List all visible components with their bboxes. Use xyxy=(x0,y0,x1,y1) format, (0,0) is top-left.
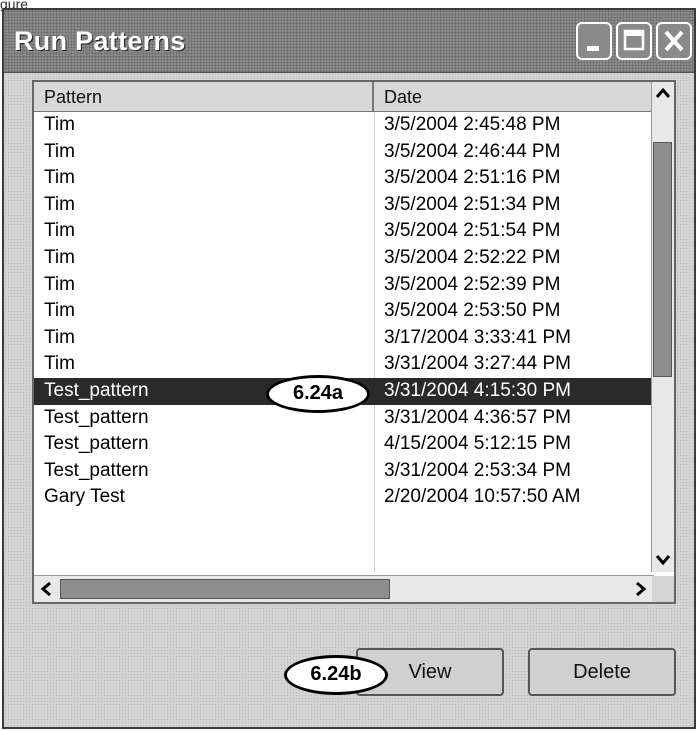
date-cell: 3/5/2004 2:51:34 PM xyxy=(384,193,561,215)
scroll-up-icon[interactable] xyxy=(653,84,673,104)
minimize-button[interactable] xyxy=(576,22,612,60)
patterns-list[interactable]: Pattern Date Tim 3/5/2004 2:45:48 PM Tim 3/… xyxy=(32,80,676,604)
date-cell: 3/31/2004 2:53:34 PM xyxy=(384,459,571,481)
horizontal-scroll-thumb[interactable] xyxy=(60,579,390,599)
vertical-scrollbar[interactable] xyxy=(651,82,674,572)
minimize-icon xyxy=(587,46,599,51)
list-row[interactable]: Tim 3/5/2004 2:52:22 PM xyxy=(34,245,654,272)
list-rows: Tim 3/5/2004 2:45:48 PM Tim 3/5/2004 2:46:4… xyxy=(34,112,654,511)
pattern-cell: Tim xyxy=(44,353,75,375)
scroll-down-icon[interactable] xyxy=(653,549,673,569)
list-row[interactable]: Tim 3/5/2004 2:51:16 PM xyxy=(34,165,654,192)
date-cell: 3/31/2004 4:15:30 PM xyxy=(384,379,571,401)
scroll-right-icon[interactable] xyxy=(630,579,650,599)
date-cell: 3/5/2004 2:46:44 PM xyxy=(384,140,561,162)
column-header-date[interactable]: Date xyxy=(374,82,654,112)
pattern-cell: Test_pattern xyxy=(44,459,149,481)
pattern-cell: Tim xyxy=(44,193,75,215)
list-row[interactable]: Tim 3/5/2004 2:51:54 PM xyxy=(34,218,654,245)
date-cell: 3/5/2004 2:52:22 PM xyxy=(384,246,561,268)
list-row[interactable]: Test_pattern 3/31/2004 4:15:30 PM 6.24a xyxy=(34,374,654,413)
pattern-cell: Test_pattern xyxy=(44,406,149,428)
vertical-scroll-thumb[interactable] xyxy=(653,142,672,377)
list-row[interactable]: Test_pattern 3/31/2004 4:36:57 PM xyxy=(34,405,654,432)
title-bar[interactable]: Run Patterns xyxy=(4,10,694,73)
scroll-left-icon[interactable] xyxy=(37,579,57,599)
date-cell: 2/20/2004 10:57:50 AM xyxy=(384,486,581,508)
close-button[interactable] xyxy=(656,22,692,60)
date-cell: 3/5/2004 2:51:54 PM xyxy=(384,220,561,242)
pattern-cell: Tim xyxy=(44,300,75,322)
list-row[interactable]: Tim 3/5/2004 2:45:48 PM xyxy=(34,112,654,139)
pattern-cell: Gary Test xyxy=(44,486,125,508)
list-row[interactable]: Test_pattern 3/31/2004 2:53:34 PM xyxy=(34,458,654,485)
callout-view: 6.24b xyxy=(284,655,388,695)
list-row[interactable]: Tim 3/31/2004 3:27:44 PM xyxy=(34,351,654,378)
run-patterns-window: Run Patterns Pattern Date Tim 3/5/2004 2:… xyxy=(2,8,696,729)
window-title: Run Patterns xyxy=(14,26,186,56)
maximize-icon xyxy=(623,29,645,51)
scrollbar-corner xyxy=(652,576,674,602)
date-cell: 3/31/2004 3:27:44 PM xyxy=(384,353,571,375)
list-row[interactable]: Test_pattern 4/15/2004 5:12:15 PM xyxy=(34,431,654,458)
pattern-cell: Tim xyxy=(44,220,75,242)
list-row[interactable]: Gary Test 2/20/2004 10:57:50 AM xyxy=(34,484,654,511)
list-row[interactable]: Tim 3/5/2004 2:51:34 PM xyxy=(34,192,654,219)
list-row[interactable]: Tim 3/5/2004 2:52:39 PM xyxy=(34,272,654,299)
list-row[interactable]: Tim 3/17/2004 3:33:41 PM xyxy=(34,325,654,352)
maximize-button[interactable] xyxy=(616,22,652,60)
list-row[interactable]: Tim 3/5/2004 2:53:50 PM xyxy=(34,298,654,325)
pattern-cell: Tim xyxy=(44,114,75,135)
delete-button[interactable]: Delete xyxy=(528,648,676,696)
horizontal-scrollbar[interactable] xyxy=(34,575,654,602)
date-cell: 3/5/2004 2:53:50 PM xyxy=(384,300,561,322)
date-cell: 3/5/2004 2:51:16 PM xyxy=(384,167,561,189)
pattern-cell: Tim xyxy=(44,273,75,295)
date-cell: 3/5/2004 2:45:48 PM xyxy=(384,114,561,135)
date-cell: 3/17/2004 3:33:41 PM xyxy=(384,326,571,348)
pattern-cell: Tim xyxy=(44,140,75,162)
list-row[interactable]: Tim 3/5/2004 2:46:44 PM xyxy=(34,139,654,166)
date-cell: 4/15/2004 5:12:15 PM xyxy=(384,433,571,455)
date-cell: 3/31/2004 4:36:57 PM xyxy=(384,406,571,428)
pattern-cell: Tim xyxy=(44,326,75,348)
date-cell: 3/5/2004 2:52:39 PM xyxy=(384,273,561,295)
pattern-cell: Test_pattern xyxy=(44,433,149,455)
column-header-pattern[interactable]: Pattern xyxy=(34,82,374,112)
pattern-cell: Tim xyxy=(44,167,75,189)
pattern-cell: Tim xyxy=(44,246,75,268)
close-icon xyxy=(664,30,684,52)
